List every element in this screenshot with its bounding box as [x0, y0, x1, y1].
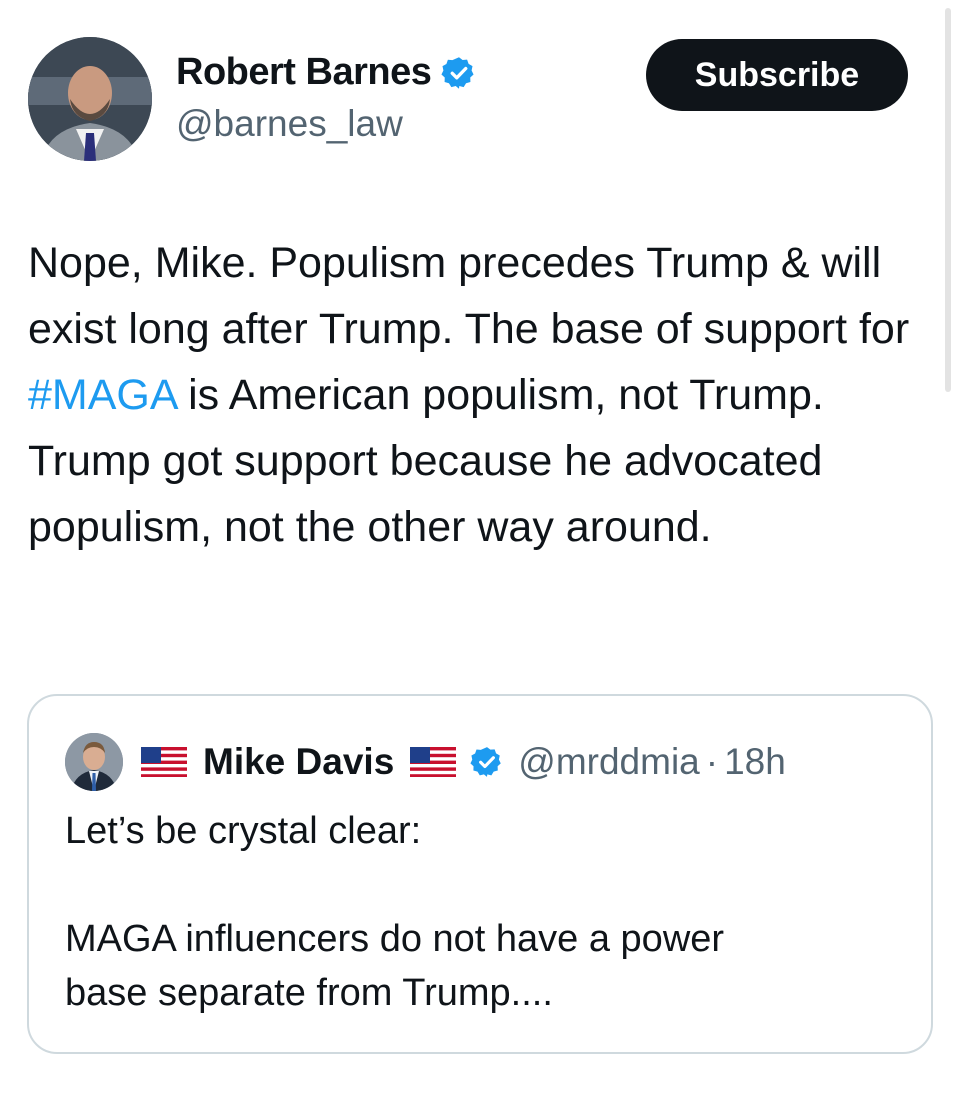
quoted-text-line: MAGA influencers do not have a power	[65, 918, 725, 960]
quoted-text-line	[65, 858, 905, 912]
author-name[interactable]: Robert Barnes	[176, 51, 432, 94]
quoted-text-line: Let’s be crystal clear:	[65, 810, 422, 852]
tweet-text: Nope, Mike. Populism precedes Trump & wi…	[28, 230, 918, 560]
scrollbar[interactable]	[945, 8, 951, 392]
verified-badge-icon	[470, 747, 502, 777]
quoted-author-handle[interactable]: @mrddmia	[518, 741, 699, 783]
quoted-tweet-text: Let’s be crystal clear: MAGA influencers…	[65, 804, 905, 1020]
us-flag-icon	[141, 747, 187, 777]
quoted-tweet-card[interactable]: Mike Davis @mrddmia · 18h Let’s be cryst…	[27, 694, 933, 1054]
quoted-timestamp[interactable]: 18h	[724, 741, 786, 783]
separator-dot: ·	[705, 741, 719, 782]
quoted-author-name[interactable]: Mike Davis	[203, 741, 394, 783]
verified-badge-icon	[441, 56, 474, 89]
quoted-author-avatar[interactable]	[65, 733, 123, 791]
subscribe-button[interactable]: Subscribe	[646, 39, 908, 111]
us-flag-icon	[410, 747, 457, 777]
quoted-text-line: base separate from Trump....	[65, 972, 553, 1014]
tweet-header: Robert Barnes @barnes_law Subscribe	[28, 37, 908, 161]
quoted-tweet-header: Mike Davis @mrddmia · 18h	[65, 732, 786, 792]
author-handle[interactable]: @barnes_law	[176, 103, 403, 145]
hashtag-link[interactable]: #MAGA	[28, 371, 176, 419]
author-name-row: Robert Barnes	[176, 51, 477, 94]
author-avatar[interactable]	[28, 37, 152, 161]
tweet-text-start: Nope, Mike. Populism precedes Trump & wi…	[28, 239, 922, 353]
